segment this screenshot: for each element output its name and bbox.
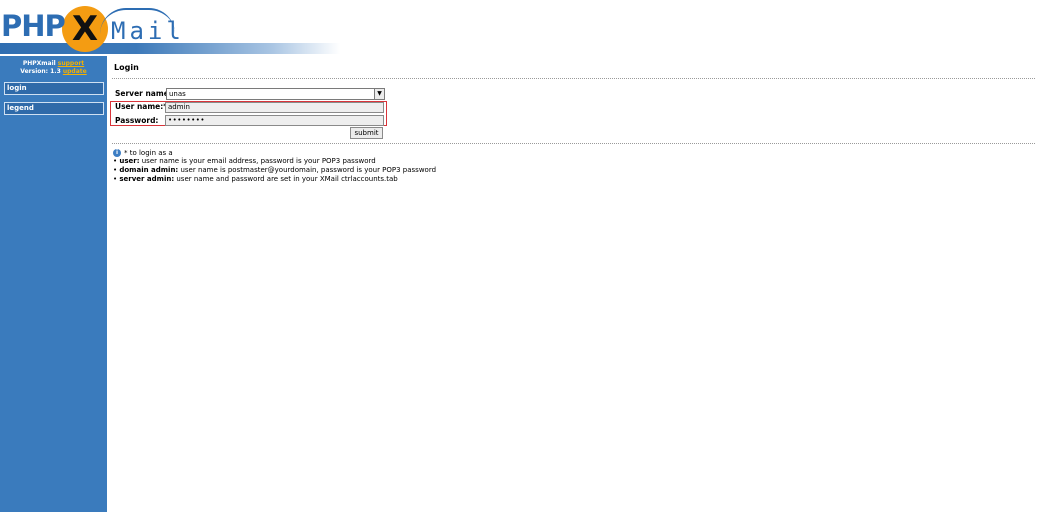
update-link[interactable]: update <box>63 68 87 75</box>
app-name: PHPXmail <box>22 60 56 67</box>
legend-role-name: domain admin: <box>119 166 179 174</box>
legend-role-name: user: <box>119 157 140 165</box>
server-name-value: unas <box>169 90 186 98</box>
legend-item-server-admin: • server admin: user name and password a… <box>113 175 398 183</box>
header: PHP X Mail <box>0 0 1039 56</box>
legend-item-user: • user: user name is your email address,… <box>113 157 376 165</box>
support-link[interactable]: support <box>58 60 84 67</box>
logo-php-text: PHP <box>1 9 66 43</box>
sidebar: PHPXmail support Version: 1.3 update log… <box>0 56 107 512</box>
app-info: PHPXmail support Version: 1.3 update <box>0 60 107 76</box>
page-title: Login <box>114 63 139 72</box>
submit-button[interactable]: submit <box>350 127 383 139</box>
divider <box>112 143 1035 144</box>
legend-item-domain-admin: • domain admin: user name is postmaster@… <box>113 166 437 174</box>
info-icon: i <box>113 149 121 157</box>
legend-role-desc: user name is your email address, passwor… <box>139 157 376 165</box>
legend-role-desc: user name and password are set in your X… <box>174 175 398 183</box>
sidebar-item-legend[interactable]: legend <box>4 102 104 115</box>
divider <box>112 78 1035 79</box>
user-name-input[interactable]: admin <box>165 102 384 113</box>
server-name-select[interactable]: unas ▼ <box>166 88 385 100</box>
password-label: Password: <box>115 116 159 125</box>
main-content: Login Server name: unas ▼ User name:* ad… <box>108 56 1039 512</box>
version-text: Version: 1.3 <box>20 68 61 75</box>
server-name-label: Server name: <box>115 89 172 98</box>
password-input[interactable]: •••••••• <box>165 115 384 126</box>
chevron-down-icon[interactable]: ▼ <box>374 89 384 99</box>
sidebar-item-login[interactable]: login <box>4 82 104 95</box>
user-name-label: User name:* <box>115 102 168 111</box>
legend-role-name: server admin: <box>119 175 175 183</box>
logo-mail-text: Mail <box>111 17 185 45</box>
legend-role-desc: user name is postmaster@yourdomain, pass… <box>178 166 437 174</box>
